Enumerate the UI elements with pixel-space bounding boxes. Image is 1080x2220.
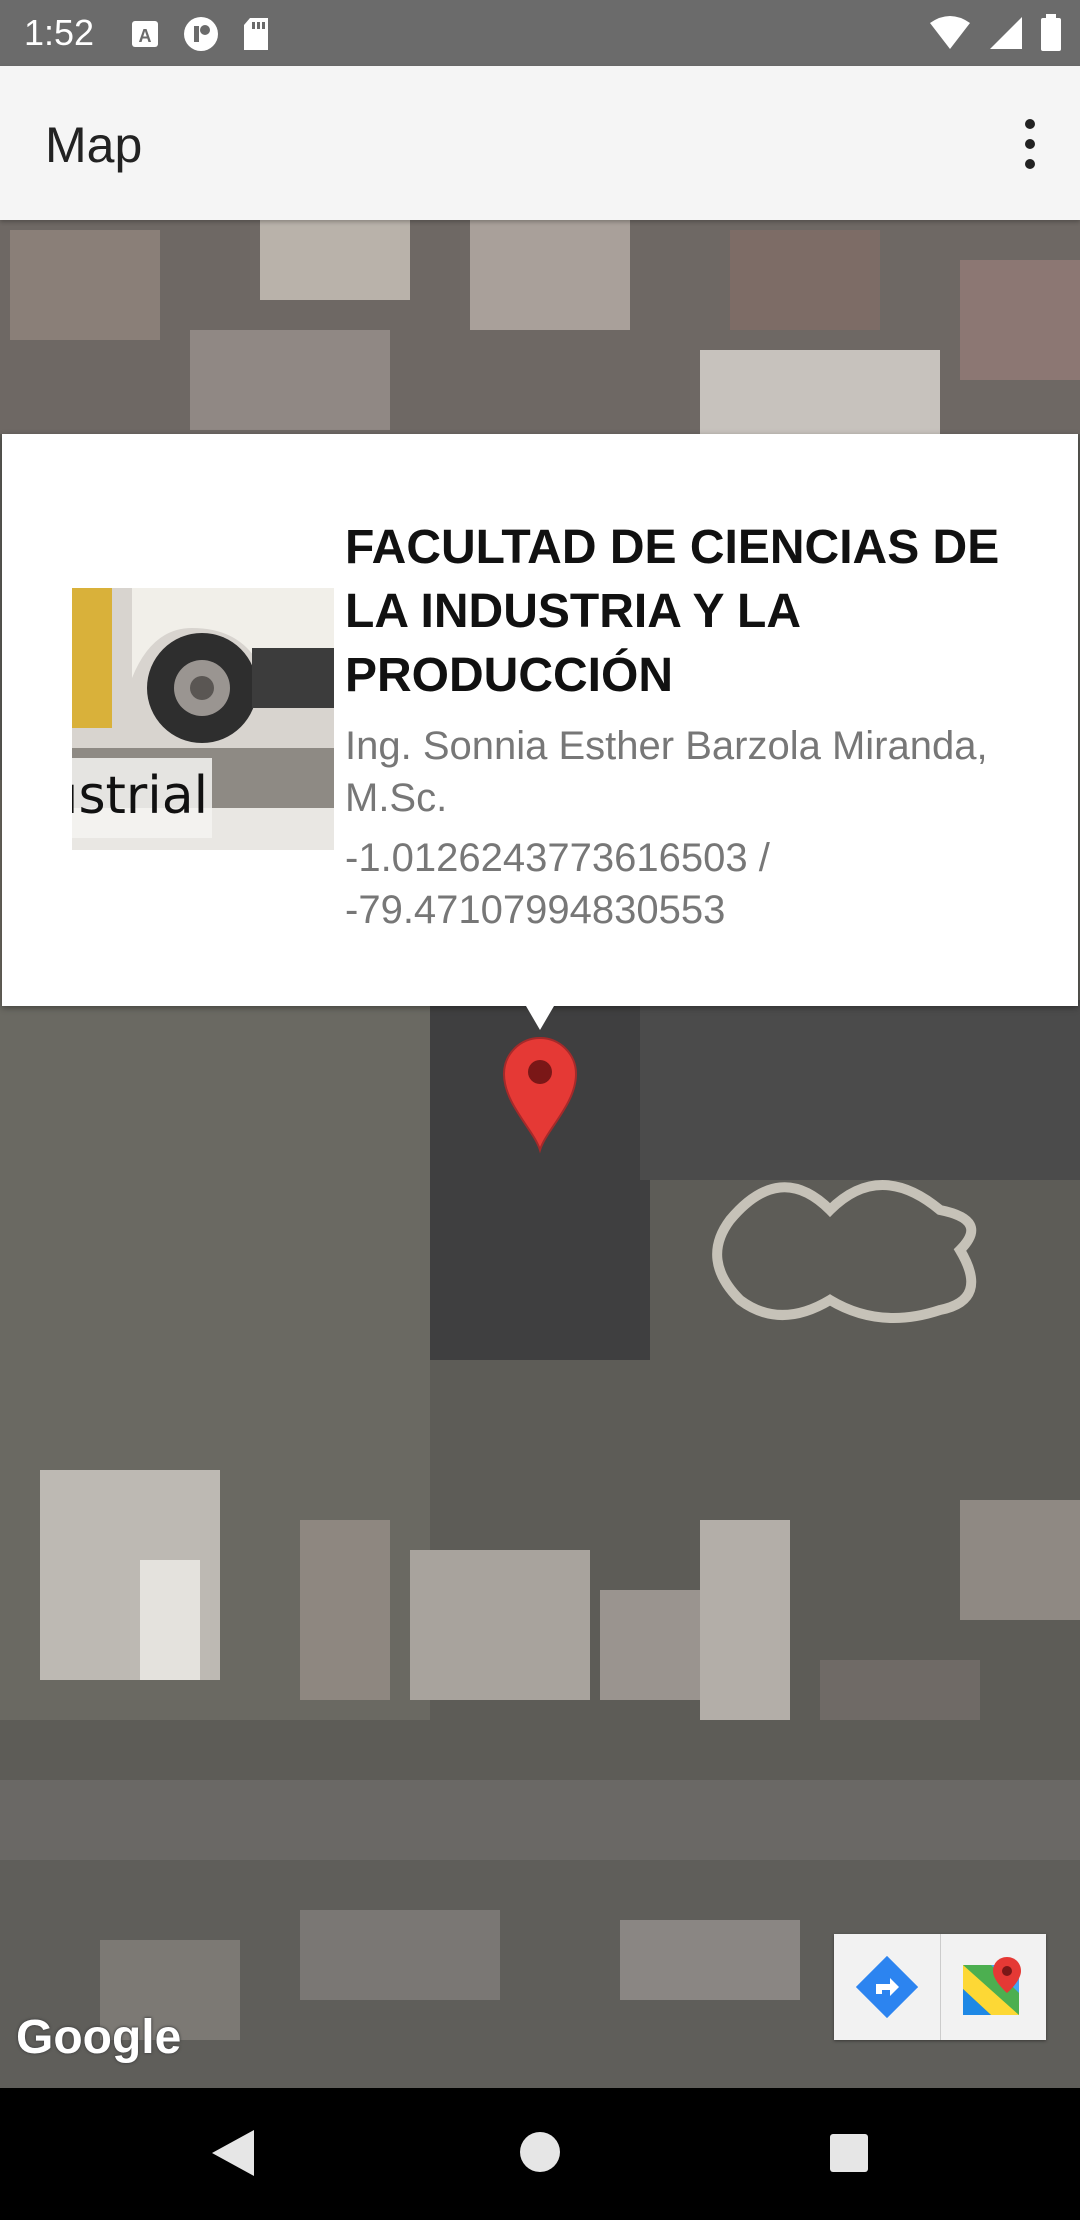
status-icons-right: [928, 14, 1062, 52]
map-marker-icon[interactable]: [500, 1034, 580, 1154]
battery-icon: [1041, 14, 1061, 51]
signal-icon: [990, 17, 1022, 49]
place-coordinates: -1.0126243773616503 / -79.47107994830553: [345, 836, 770, 932]
back-icon[interactable]: [210, 2128, 256, 2178]
place-subtitle: Ing. Sonnia Esther Barzola Miranda, M.Sc…: [345, 724, 988, 820]
recents-icon[interactable]: [830, 2134, 868, 2172]
thumbnail-caption: ıstrial: [72, 766, 209, 826]
wifi-icon: [930, 16, 970, 49]
app-bar: Map: [0, 66, 1080, 220]
navigation-bar: [0, 2088, 1080, 2220]
page-title: Map: [45, 117, 143, 173]
play-icon: [184, 17, 218, 51]
more-options-button[interactable]: [1010, 114, 1050, 174]
more-vert-icon: [1025, 119, 1035, 129]
directions-button[interactable]: [834, 1934, 940, 2040]
status-time: 1:52: [24, 12, 95, 53]
open-in-maps-button[interactable]: [939, 1934, 1047, 2040]
google-maps-icon: [963, 1957, 1022, 2015]
google-logo: Google: [16, 2011, 182, 2064]
a-icon: A: [132, 21, 158, 47]
svg-text:A: A: [139, 26, 152, 46]
place-title: FACULTAD DE CIENCIAS DE LA INDUSTRIA Y L…: [345, 521, 1000, 702]
directions-icon: [855, 1956, 918, 2018]
status-icons-left: A: [130, 16, 270, 52]
home-icon[interactable]: [520, 2132, 560, 2172]
place-thumbnail: ıstrial: [72, 588, 334, 850]
status-bar: 1:52 A: [0, 0, 1080, 66]
map-toolbar: [834, 1934, 1046, 2040]
info-window-pointer: [526, 1006, 554, 1030]
sd-card-icon: [244, 18, 268, 50]
